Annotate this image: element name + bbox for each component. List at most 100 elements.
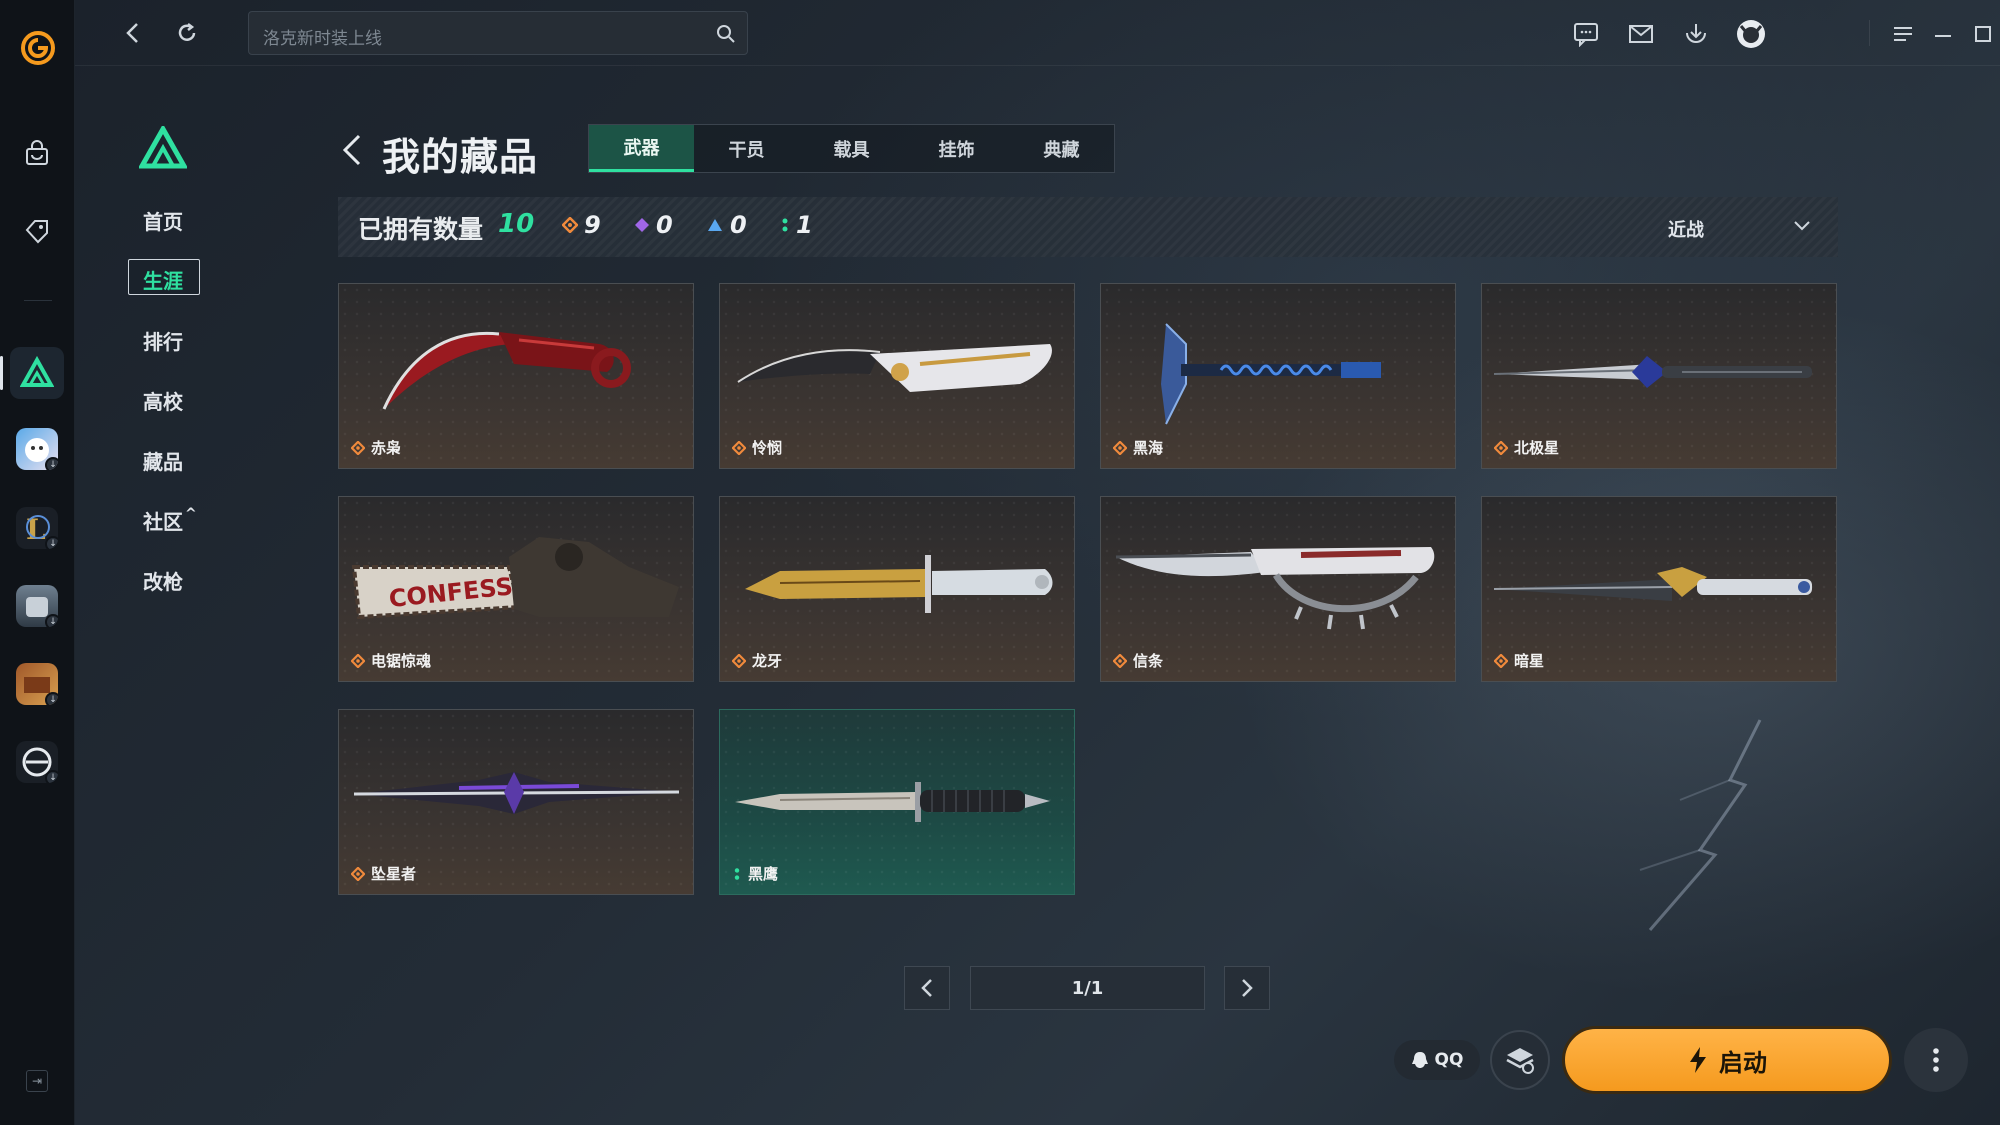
menu-item-career[interactable]: 生涯 bbox=[143, 265, 183, 294]
next-page-button[interactable] bbox=[1224, 966, 1270, 1010]
gold-bayonet-icon bbox=[745, 555, 1053, 613]
game-tile-5-icon[interactable]: ↓ bbox=[16, 741, 58, 783]
minimize-icon[interactable] bbox=[1927, 18, 1959, 50]
lightning-bolt-icon bbox=[1690, 1047, 1706, 1073]
folding-knife-icon bbox=[737, 344, 1052, 392]
delta-game-icon[interactable] bbox=[19, 355, 55, 391]
tab-weapons[interactable]: 武器 bbox=[589, 125, 694, 172]
game-tile-3-icon[interactable]: ↓ bbox=[16, 585, 58, 627]
tab-charms[interactable]: 挂饰 bbox=[904, 125, 1009, 172]
weapon-name: 信条 bbox=[1133, 652, 1164, 670]
karambit-knife-icon bbox=[382, 331, 631, 410]
filter-dropdown[interactable]: 近战 bbox=[1668, 216, 1704, 242]
chevron-down-icon[interactable] bbox=[1793, 219, 1811, 233]
app-logo-icon[interactable] bbox=[18, 28, 58, 68]
back-nav-icon[interactable] bbox=[118, 18, 148, 48]
stats-bar: 已拥有数量 10 9 0 0 1 近战 bbox=[338, 197, 1838, 257]
weapon-name: 黑鹰 bbox=[748, 865, 779, 883]
prev-page-button[interactable] bbox=[904, 966, 950, 1010]
menu-item-community[interactable]: 社区 ^ bbox=[143, 506, 197, 535]
rarity-blue-count: 0 bbox=[706, 211, 747, 239]
shop-bag-icon[interactable] bbox=[19, 136, 55, 172]
weapon-card-label: 赤枭 bbox=[351, 437, 401, 458]
chevron-right-icon bbox=[1242, 979, 1253, 997]
weapon-card-label: 黑海 bbox=[1113, 437, 1163, 458]
mail-icon[interactable] bbox=[1625, 18, 1657, 50]
tab-vehicles[interactable]: 载具 bbox=[799, 125, 904, 172]
weapon-card-chixiao[interactable]: 赤枭 bbox=[338, 283, 694, 469]
weapon-name: 黑海 bbox=[1133, 439, 1164, 457]
rarity-orange-value: 9 bbox=[584, 211, 601, 239]
launch-button[interactable]: 启动 bbox=[1562, 1026, 1892, 1094]
menu-item-collection[interactable]: 藏品 bbox=[143, 446, 183, 475]
weapon-card-anxing[interactable]: 暗星 bbox=[1481, 496, 1837, 682]
menu-item-college[interactable]: 高校 bbox=[143, 386, 183, 415]
search-input[interactable]: 洛克新时装上线 bbox=[248, 11, 748, 55]
download-badge-icon: ↓ bbox=[45, 692, 58, 705]
download-badge-icon: ↓ bbox=[45, 614, 58, 627]
chevron-left-icon bbox=[921, 979, 932, 997]
weapon-name: 坠星者 bbox=[371, 865, 417, 883]
weapon-card-longya[interactable]: 龙牙 bbox=[719, 496, 1075, 682]
weapon-card-heihai[interactable]: 黑海 bbox=[1100, 283, 1456, 469]
weapon-name: 暗星 bbox=[1514, 652, 1545, 670]
weapon-name: 怜悯 bbox=[752, 439, 783, 457]
weapon-card-label: 怜悯 bbox=[732, 437, 782, 458]
game-mode-button[interactable] bbox=[1490, 1030, 1550, 1090]
menu-item-gunsmith[interactable]: 改枪 bbox=[143, 566, 183, 595]
star-blade-icon bbox=[353, 772, 680, 814]
blue-triangle-icon bbox=[708, 219, 722, 231]
weapon-card-dianju[interactable]: CONFESS 电锯惊魂 bbox=[338, 496, 694, 682]
back-arrow-icon[interactable] bbox=[339, 130, 365, 170]
tab-archive[interactable]: 典藏 bbox=[1009, 125, 1114, 172]
weapon-card-label: 电锯惊魂 bbox=[351, 650, 431, 671]
owned-count-value: 10 bbox=[498, 209, 535, 239]
weapon-card-label: 暗星 bbox=[1494, 650, 1544, 671]
tab-operators[interactable]: 干员 bbox=[694, 125, 799, 172]
page-title: 我的藏品 bbox=[382, 135, 539, 179]
more-vertical-icon bbox=[1933, 1048, 1939, 1072]
owned-count-label: 已拥有数量 bbox=[358, 215, 484, 244]
launch-label: 启动 bbox=[1719, 1048, 1767, 1077]
topbar-divider bbox=[1869, 20, 1870, 46]
rarity-green-count: 1 bbox=[780, 211, 813, 239]
menu-item-home[interactable]: 首页 bbox=[143, 206, 183, 235]
top-bar: 洛克新时装上线 bbox=[75, 0, 2000, 66]
weapon-card-lianmin[interactable]: 怜悯 bbox=[719, 283, 1075, 469]
weapon-card-heiying[interactable]: 黑鹰 bbox=[719, 709, 1075, 895]
qq-account-button[interactable]: QQ bbox=[1394, 1040, 1480, 1080]
game-tile-2-icon[interactable]: L ↓ bbox=[16, 507, 58, 549]
weapon-name: 电锯惊魂 bbox=[371, 652, 432, 670]
weapon-card-xintiao[interactable]: 信条 bbox=[1100, 496, 1456, 682]
dark-blade-icon bbox=[1493, 567, 1812, 601]
download-icon[interactable] bbox=[1680, 18, 1712, 50]
refresh-icon[interactable] bbox=[172, 18, 202, 48]
maximize-icon[interactable] bbox=[1967, 18, 1999, 50]
weapon-card-label: 黑鹰 bbox=[732, 863, 778, 884]
user-avatar-icon[interactable] bbox=[1735, 18, 1767, 50]
chat-icon[interactable] bbox=[1570, 18, 1602, 50]
game-tile-4-icon[interactable]: ↓ bbox=[16, 663, 58, 705]
menu-item-ranking[interactable]: 排行 bbox=[143, 326, 183, 355]
rail-active-indicator bbox=[0, 356, 3, 390]
green-dots-icon bbox=[782, 218, 788, 232]
orange-diamond-icon bbox=[351, 440, 365, 455]
search-icon[interactable] bbox=[715, 23, 737, 45]
chevron-up-icon: ^ bbox=[185, 506, 197, 522]
tag-icon[interactable] bbox=[19, 212, 55, 248]
orange-diamond-icon bbox=[562, 217, 578, 233]
menu-icon[interactable] bbox=[1887, 18, 1919, 50]
weapon-card-label: 北极星 bbox=[1494, 437, 1559, 458]
rarity-orange-count: 9 bbox=[562, 211, 601, 239]
weapon-card-beijixing[interactable]: 北极星 bbox=[1481, 283, 1837, 469]
qq-label: QQ bbox=[1434, 1050, 1464, 1070]
game-tile-1-icon[interactable]: ↓ bbox=[16, 428, 58, 470]
collapse-rail-icon[interactable]: ⇥ bbox=[26, 1070, 48, 1092]
orange-diamond-icon bbox=[1113, 653, 1127, 668]
weapon-card-label: 龙牙 bbox=[732, 650, 782, 671]
weapon-name: 北极星 bbox=[1514, 439, 1560, 457]
more-options-button[interactable] bbox=[1904, 1028, 1968, 1092]
weapon-card-label: 坠星者 bbox=[351, 863, 416, 884]
weapon-card-zhuixingzhe[interactable]: 坠星者 bbox=[338, 709, 694, 895]
dagger-icon bbox=[1493, 356, 1812, 388]
